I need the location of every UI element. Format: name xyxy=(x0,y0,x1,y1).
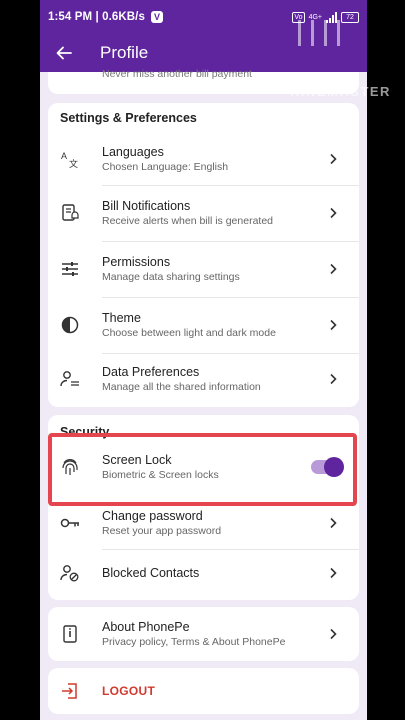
status-time: 1:54 PM | 0.6KB/s xyxy=(48,11,145,23)
change-password-subtitle: Reset your app password xyxy=(102,524,222,537)
about-phonepe-item[interactable]: About PhonePe Privacy policy, Terms & Ab… xyxy=(48,607,359,661)
bill-notifications-subtitle: Receive alerts when bill is generated xyxy=(102,214,274,227)
theme-icon xyxy=(60,315,80,335)
battery-icon: 72 xyxy=(341,11,359,23)
arrow-left-icon xyxy=(56,46,72,60)
security-item-blocked-contacts[interactable]: Blocked Contacts xyxy=(48,551,359,595)
status-bar: 1:54 PM | 0.6KB/s V Vo 4G+ 72 xyxy=(40,0,367,34)
settings-card: Settings & Preferences A 文 Languages Cho… xyxy=(48,103,359,407)
logout-button[interactable]: LOGOUT xyxy=(48,668,359,714)
language-icon: A 文 xyxy=(60,149,80,169)
settings-item-bill-notifications[interactable]: Bill Notifications Receive alerts when b… xyxy=(48,185,359,241)
settings-item-theme[interactable]: Theme Choose between light and dark mode xyxy=(48,297,359,353)
blocked-contacts-title: Blocked Contacts xyxy=(102,565,200,580)
logout-card: LOGOUT xyxy=(48,668,359,714)
signal-icon xyxy=(326,11,337,23)
settings-item-data-preferences[interactable]: Data Preferences Manage all the shared i… xyxy=(48,353,359,405)
chevron-right-icon xyxy=(321,313,345,337)
chevron-right-icon xyxy=(321,201,345,225)
chevron-right-icon xyxy=(321,147,345,171)
data-preferences-subtitle: Manage all the shared information xyxy=(102,380,261,393)
screen-lock-highlight-box xyxy=(48,433,357,506)
bill-bell-icon xyxy=(60,203,80,223)
battery-level: 72 xyxy=(346,13,354,21)
languages-subtitle: Chosen Language: English xyxy=(102,160,229,173)
logout-icon xyxy=(60,681,80,701)
svg-text:A: A xyxy=(61,151,67,161)
chevron-right-icon xyxy=(321,511,345,535)
settings-item-permissions[interactable]: Permissions Manage data sharing settings xyxy=(48,241,359,297)
about-title: About PhonePe xyxy=(102,619,190,634)
volte-badge: Vo xyxy=(292,11,305,23)
chevron-right-icon xyxy=(321,622,345,646)
change-password-title: Change password xyxy=(102,508,203,523)
theme-title: Theme xyxy=(102,310,141,325)
app-bar: Profile xyxy=(40,34,367,72)
languages-title: Languages xyxy=(102,144,164,159)
theme-subtitle: Choose between light and dark mode xyxy=(102,326,276,339)
page-title: Profile xyxy=(100,43,149,62)
permissions-subtitle: Manage data sharing settings xyxy=(102,270,240,283)
chevron-right-icon xyxy=(321,561,345,585)
data-preferences-title: Data Preferences xyxy=(102,364,200,379)
about-subtitle: Privacy policy, Terms & About PhonePe xyxy=(102,635,286,648)
blocked-user-icon xyxy=(60,563,80,583)
svg-text:文: 文 xyxy=(69,158,78,169)
top-card: Never miss another bill payment xyxy=(48,68,359,94)
settings-item-languages[interactable]: A 文 Languages Chosen Language: English xyxy=(48,133,359,185)
about-card: About PhonePe Privacy policy, Terms & Ab… xyxy=(48,607,359,661)
status-right: Vo 4G+ 72 xyxy=(292,11,359,23)
bill-notifications-title: Bill Notifications xyxy=(102,198,191,213)
back-button[interactable] xyxy=(40,34,88,72)
sliders-icon xyxy=(60,259,80,279)
top-card-text: Never miss another bill payment xyxy=(102,68,252,80)
security-item-change-password[interactable]: Change password Reset your app password xyxy=(48,501,359,545)
phone-screen: 1:54 PM | 0.6KB/s V Vo 4G+ 72 Profile Ne… xyxy=(40,0,367,720)
network-type: 4G+ xyxy=(308,13,322,21)
permissions-title: Permissions xyxy=(102,254,171,269)
chevron-right-icon xyxy=(321,257,345,281)
logout-label: LOGOUT xyxy=(102,684,156,698)
divider xyxy=(102,549,359,550)
app-v-icon: V xyxy=(150,11,163,23)
chevron-right-icon xyxy=(321,367,345,391)
key-icon xyxy=(60,513,80,533)
info-document-icon xyxy=(60,624,80,644)
settings-section-title: Settings & Preferences xyxy=(60,111,197,125)
user-settings-icon xyxy=(60,369,80,389)
